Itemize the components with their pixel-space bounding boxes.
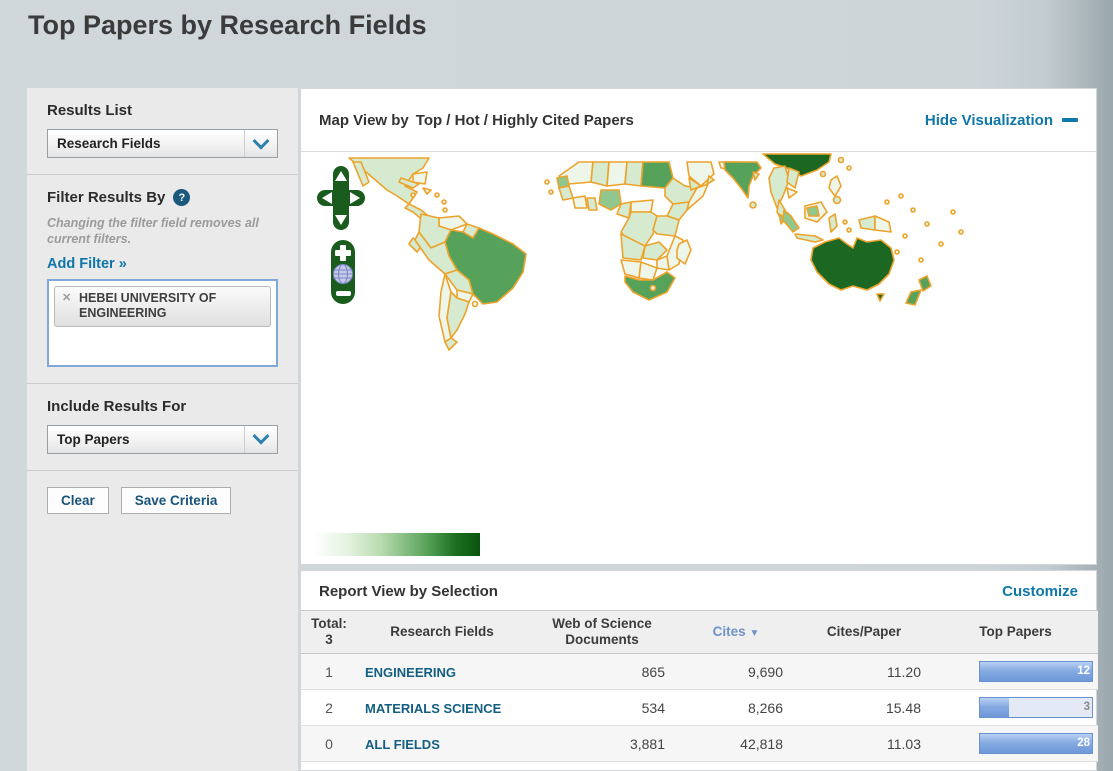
rank-cell: 2 — [301, 690, 357, 726]
rank-cell: 1 — [301, 654, 357, 690]
globe-icon — [334, 265, 353, 284]
field-cell: ENGINEERING — [357, 654, 527, 690]
world-map[interactable] — [301, 152, 1096, 563]
chevron-down-icon[interactable] — [244, 426, 277, 453]
bar-fill — [980, 734, 1092, 753]
column-header-top-papers[interactable]: Top Papers — [933, 611, 1098, 654]
field-link[interactable]: MATERIALS SCIENCE — [365, 701, 501, 716]
wos-documents-cell: 534 — [527, 690, 677, 726]
wos-documents-cell: 865 — [527, 654, 677, 690]
table-row: 2 MATERIALS SCIENCE 5348,26615.48 3 — [301, 690, 1098, 726]
table-row: 0 ALL FIELDS 3,88142,81811.03 28 — [301, 726, 1098, 762]
field-link[interactable]: ENGINEERING — [365, 665, 456, 680]
column-header-wos-documents[interactable]: Web of Science Documents — [527, 611, 677, 654]
bar-fill — [980, 698, 1009, 717]
hide-visualization-link[interactable]: Hide Visualization — [925, 112, 1078, 129]
help-icon[interactable]: ? — [173, 189, 190, 206]
results-table: Total: 3 Research Fields Web of Science … — [301, 610, 1098, 762]
results-list-label: Results List — [47, 102, 278, 119]
world-map-area[interactable] — [301, 152, 1096, 563]
include-results-section: Include Results For Top Papers — [27, 384, 298, 470]
filters-sidebar: Results List Research Fields Filter Resu… — [27, 88, 298, 771]
table-row: 1 ENGINEERING 8659,69011.20 12 — [301, 654, 1098, 690]
bar-fill — [980, 662, 1092, 681]
include-results-select[interactable]: Top Papers — [47, 425, 278, 454]
customize-link[interactable]: Customize — [1002, 583, 1078, 600]
column-header-research-fields[interactable]: Research Fields — [357, 611, 527, 654]
top-papers-bar: 28 — [979, 733, 1093, 754]
filter-section: Filter Results By ? Changing the filter … — [27, 175, 298, 383]
field-cell: MATERIALS SCIENCE — [357, 690, 527, 726]
filter-note: Changing the filter field removes all cu… — [47, 215, 278, 248]
results-list-select[interactable]: Research Fields — [47, 129, 278, 158]
cites-cell: 9,690 — [677, 654, 795, 690]
total-header: Total: 3 — [301, 611, 357, 654]
results-list-value: Research Fields — [57, 136, 161, 151]
wos-documents-cell: 3,881 — [527, 726, 677, 762]
top-papers-cell: 28 — [933, 726, 1098, 762]
filter-tag: ✕ HEBEI UNIVERSITY OF ENGINEERING — [54, 286, 271, 327]
report-panel: Report View by Selection Customize Total… — [300, 570, 1097, 771]
table-header-row: Total: 3 Research Fields Web of Science … — [301, 611, 1098, 654]
cites-cell: 8,266 — [677, 690, 795, 726]
cites-cell: 42,818 — [677, 726, 795, 762]
add-filter-link[interactable]: Add Filter » — [47, 256, 127, 272]
chevron-down-icon[interactable] — [244, 130, 277, 157]
top-papers-cell: 12 — [933, 654, 1098, 690]
report-header: Report View by Selection Customize — [301, 571, 1096, 610]
field-link[interactable]: ALL FIELDS — [365, 737, 440, 752]
cites-per-paper-cell: 11.20 — [795, 654, 933, 690]
column-header-cites[interactable]: Cites ▼ — [677, 611, 795, 654]
page-title: Top Papers by Research Fields — [28, 10, 427, 41]
choropleth-legend — [314, 533, 480, 556]
active-filters-box: ✕ HEBEI UNIVERSITY OF ENGINEERING — [47, 279, 278, 367]
map-view-title: Top / Hot / Highly Cited Papers — [416, 112, 634, 129]
filter-label: Filter Results By — [47, 189, 165, 206]
save-criteria-button[interactable]: Save Criteria — [121, 487, 232, 514]
cites-per-paper-cell: 15.48 — [795, 690, 933, 726]
sort-desc-icon: ▼ — [749, 628, 759, 639]
zoom-out-icon — [336, 291, 351, 296]
include-results-label: Include Results For — [47, 398, 278, 415]
column-header-cites-per-paper[interactable]: Cites/Paper — [795, 611, 933, 654]
results-list-section: Results List Research Fields — [27, 88, 298, 174]
sidebar-buttons: Clear Save Criteria — [27, 471, 298, 530]
cites-per-paper-cell: 11.03 — [795, 726, 933, 762]
map-view-title-prefix: Map View by — [319, 112, 409, 129]
clear-button[interactable]: Clear — [47, 487, 109, 514]
hide-visualization-label: Hide Visualization — [925, 112, 1053, 129]
top-papers-cell: 3 — [933, 690, 1098, 726]
collapse-minus-icon — [1062, 118, 1078, 122]
rank-cell: 0 — [301, 726, 357, 762]
top-papers-bar: 12 — [979, 661, 1093, 682]
report-title: Report View by Selection — [319, 583, 498, 600]
viz-header: Map View by Top / Hot / Highly Cited Pape… — [301, 89, 1096, 152]
map-visualization-panel: Map View by Top / Hot / Highly Cited Pape… — [300, 88, 1097, 565]
include-results-value: Top Papers — [57, 432, 130, 447]
remove-filter-icon[interactable]: ✕ — [62, 292, 71, 306]
map-controls[interactable] — [317, 166, 371, 308]
bar-value: 3 — [1084, 701, 1090, 713]
filter-tag-label: HEBEI UNIVERSITY OF ENGINEERING — [79, 291, 216, 321]
top-papers-bar: 3 — [979, 697, 1093, 718]
bar-value: 12 — [1077, 665, 1090, 677]
bar-value: 28 — [1077, 737, 1090, 749]
field-cell: ALL FIELDS — [357, 726, 527, 762]
